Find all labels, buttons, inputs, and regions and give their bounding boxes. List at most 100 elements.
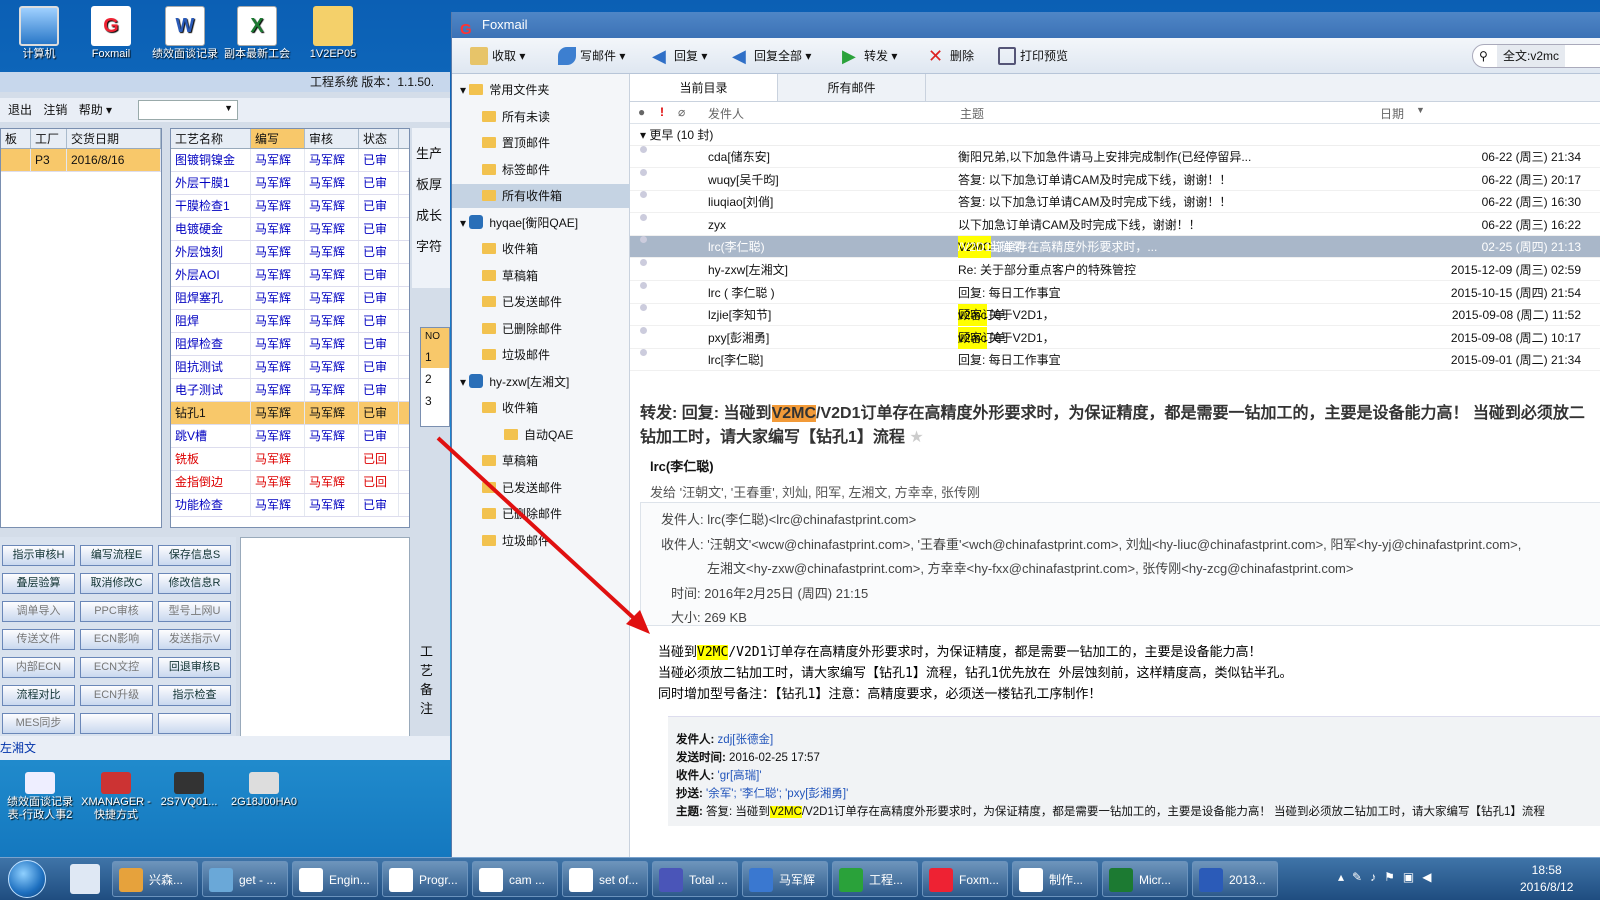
desktop-icon-doc3[interactable]: 绩效面谈记录表-行政人事2 — [0, 772, 80, 822]
desktop-icon-computer[interactable]: 计算机 — [4, 6, 74, 61]
order-grid[interactable]: 板工厂 交货日期 P3 2016/8/16 — [0, 128, 162, 528]
taskbar-item[interactable]: 工程... — [832, 861, 918, 897]
action-button[interactable]: 保存信息S — [158, 545, 231, 566]
mail-row[interactable]: lrc ( 李仁聪 ) 回复: 每日工作事宜 2015-10-15 (周四) 21:… — [630, 281, 1600, 304]
star-icon[interactable]: ★ — [909, 429, 923, 446]
action-button[interactable] — [80, 713, 153, 734]
start-button[interactable] — [8, 860, 46, 898]
table-row[interactable]: 铣板 马军辉 已回 — [171, 448, 409, 471]
table-row[interactable]: 外层蚀刻 马军辉 马军辉 已审 — [171, 241, 409, 264]
action-button[interactable]: 调单导入 — [2, 601, 75, 622]
table-row[interactable]: 跳V槽 马军辉 马军辉 已审 — [171, 425, 409, 448]
folder-item[interactable]: 标签邮件 — [452, 158, 630, 182]
table-row[interactable]: 电子测试 马军辉 马军辉 已审 — [171, 379, 409, 402]
table-row[interactable]: 电镀硬金 马军辉 马军辉 已审 — [171, 218, 409, 241]
action-button[interactable]: 指示检查 — [158, 685, 231, 706]
folder-item[interactable]: 已发送邮件 — [452, 290, 630, 314]
tab-current-folder[interactable]: 当前目录 — [630, 74, 778, 101]
desktop-icon-xmanager[interactable]: XMANAGER - 快捷方式 — [76, 772, 156, 822]
table-row[interactable]: 阻抗测试 马军辉 马军辉 已审 — [171, 356, 409, 379]
action-button[interactable]: PPC审核 — [80, 601, 153, 622]
col-from[interactable]: 发件人 — [708, 105, 744, 122]
table-row[interactable]: 功能检查 马军辉 马军辉 已审 — [171, 494, 409, 517]
folder-item[interactable]: 已发送邮件 — [452, 476, 630, 500]
table-row[interactable]: 阻焊 马军辉 马军辉 已审 — [171, 310, 409, 333]
col-header[interactable]: 审核 — [305, 129, 359, 148]
taskbar-item[interactable]: Total ... — [652, 861, 738, 897]
mail-row[interactable]: lrc(李仁聪)转发: 当碰到V2MC/V2D1订单存在高精度外形要求时，...… — [630, 236, 1600, 259]
action-button[interactable]: 发送指示V — [158, 629, 231, 650]
process-grid[interactable]: 工艺名称 编写 审核 状态 图镀铜镍金 马军辉 马军辉 已审 外层干膜1 马军辉 马军辉 已审 干膜检… — [170, 128, 410, 528]
table-row[interactable]: 金指倒边 马军辉 马军辉 已回 — [171, 471, 409, 494]
mail-row[interactable]: liuqiao[刘俏] 答复: 以下加急订单请CAM及时完成下线，谢谢！！ 06-2… — [630, 191, 1600, 214]
desktop-icon-doc1[interactable]: W 绩效面谈记录 — [150, 6, 220, 61]
reply-all-button[interactable]: ◀ 回复全部 ▾ — [732, 46, 811, 66]
taskbar-item[interactable]: 2013... — [1192, 861, 1278, 897]
taskbar-item[interactable]: 马军辉 — [742, 861, 828, 897]
action-button[interactable]: 回退审核B — [158, 657, 231, 678]
action-button[interactable]: 流程对比 — [2, 685, 75, 706]
action-button[interactable]: MES同步 — [2, 713, 75, 734]
mail-row[interactable]: hy-zxw[左湘文] Re: 关于部分重点客户的特殊管控 2015-12-09 (… — [630, 259, 1600, 281]
forward-button[interactable]: ▶ 转发 ▾ — [842, 46, 897, 66]
clock[interactable]: 18:58 2016/8/12 — [1520, 862, 1573, 896]
account-node[interactable]: ▾ hy-zxw[左湘文] — [452, 370, 630, 394]
taskbar-item[interactable]: cam ... — [472, 861, 558, 897]
action-button[interactable]: 内部ECN — [2, 657, 75, 678]
action-button[interactable]: 型号上网U — [158, 601, 231, 622]
menu-help[interactable]: 帮助 ▾ — [79, 103, 112, 117]
folder-item[interactable]: 置顶邮件 — [452, 131, 630, 155]
taskbar-item[interactable]: Micr... — [1102, 861, 1188, 897]
taskbar-item[interactable]: get - ... — [202, 861, 288, 897]
desktop-icon-foxmail[interactable]: G Foxmail — [76, 6, 146, 61]
folder-item[interactable]: 垃圾邮件 — [452, 343, 630, 367]
action-button[interactable]: 传送文件 — [2, 629, 75, 650]
taskbar-item[interactable]: 兴森... — [112, 861, 198, 897]
col-header[interactable]: 状态 — [359, 129, 399, 148]
folder-item[interactable]: 草稿箱 — [452, 264, 630, 288]
menu-logout[interactable]: 注销 — [43, 103, 67, 117]
mail-row[interactable]: lrc[李仁聪] 回复: 每日工作事宜 2015-09-01 (周二) 21:34 — [630, 349, 1600, 372]
table-row[interactable]: 阻焊检查 马军辉 马军辉 已审 — [171, 333, 409, 356]
taskbar-item[interactable]: Progr... — [382, 861, 468, 897]
delete-button[interactable]: ✕ 删除 — [928, 46, 974, 66]
action-button[interactable]: ECN文控 — [80, 657, 153, 678]
tray-icons[interactable]: ▴✎♪⚑▣◀ — [1338, 870, 1439, 884]
mail-row[interactable]: zyx 以下加急订单请CAM及时完成下线，谢谢！！ 06-22 (周三) 16:22 — [630, 213, 1600, 236]
desktop-icon-file2[interactable]: 2G18J00HA0 — [226, 772, 302, 809]
folder-item[interactable]: 已删除邮件 — [452, 317, 630, 341]
action-button[interactable] — [158, 713, 231, 734]
group-header[interactable]: ▾ 更早 (10 封) — [630, 124, 1600, 146]
action-button[interactable]: 指示审核H — [2, 545, 75, 566]
mail-search[interactable]: ⚲ 全文:v2mc — [1472, 44, 1600, 68]
mail-row[interactable]: pxy[彭湘勇] 转发: 关于V2D1， v2mc 顾客订单 2015-09-08 (周… — [630, 326, 1600, 349]
receive-button[interactable]: 收取 ▾ — [470, 46, 525, 66]
col-header[interactable]: 板 — [1, 129, 31, 148]
col-header[interactable]: 编写 — [251, 129, 305, 148]
desktop-icon-folder[interactable]: 1V2EP05 — [298, 6, 368, 61]
desktop-icon-file1[interactable]: 2S7VQ01... — [154, 772, 224, 809]
action-button[interactable]: 修改信息R — [158, 573, 231, 594]
table-row[interactable]: 钻孔1 马军辉 马军辉 已审 — [171, 402, 409, 425]
folder-group[interactable]: ▾ 常用文件夹 — [452, 78, 630, 102]
tab-all-mail[interactable]: 所有邮件 — [778, 74, 926, 101]
col-subject[interactable]: 主题 — [960, 105, 984, 122]
action-button[interactable]: 编写流程E — [80, 545, 153, 566]
reply-button[interactable]: ◀ 回复 ▾ — [652, 46, 707, 66]
compose-button[interactable]: 写邮件 ▾ — [558, 46, 625, 66]
folder-item[interactable]: 收件箱 — [452, 237, 630, 261]
no-grid[interactable]: NO 1 2 3 — [420, 327, 450, 427]
search-input[interactable]: 全文:v2mc — [1497, 45, 1566, 67]
col-date[interactable]: 日期 — [1380, 105, 1404, 122]
folder-item[interactable]: 所有未读 — [452, 105, 630, 129]
app-combo-select[interactable]: ▼ — [138, 100, 238, 120]
col-header[interactable]: 工艺名称 — [171, 129, 251, 148]
taskbar-item[interactable]: Engin... — [292, 861, 378, 897]
table-row[interactable]: 阻焊塞孔 马军辉 马军辉 已审 — [171, 287, 409, 310]
print-preview-button[interactable]: 打印预览 — [998, 46, 1068, 66]
mail-row[interactable]: cda[储东安] 衡阳兄弟,以下加急件请马上安排完成制作(已经停留异... 06-2… — [630, 146, 1600, 168]
account-node[interactable]: ▾ hyqae[衡阳QAE] — [452, 211, 630, 235]
action-button[interactable]: 取消修改C — [80, 573, 153, 594]
mail-row[interactable]: lzjie[李知节] 回复: 关于V2D1， v2mc 顾客订单 2015-09-08 … — [630, 304, 1600, 327]
action-button[interactable]: 叠层验算 — [2, 573, 75, 594]
